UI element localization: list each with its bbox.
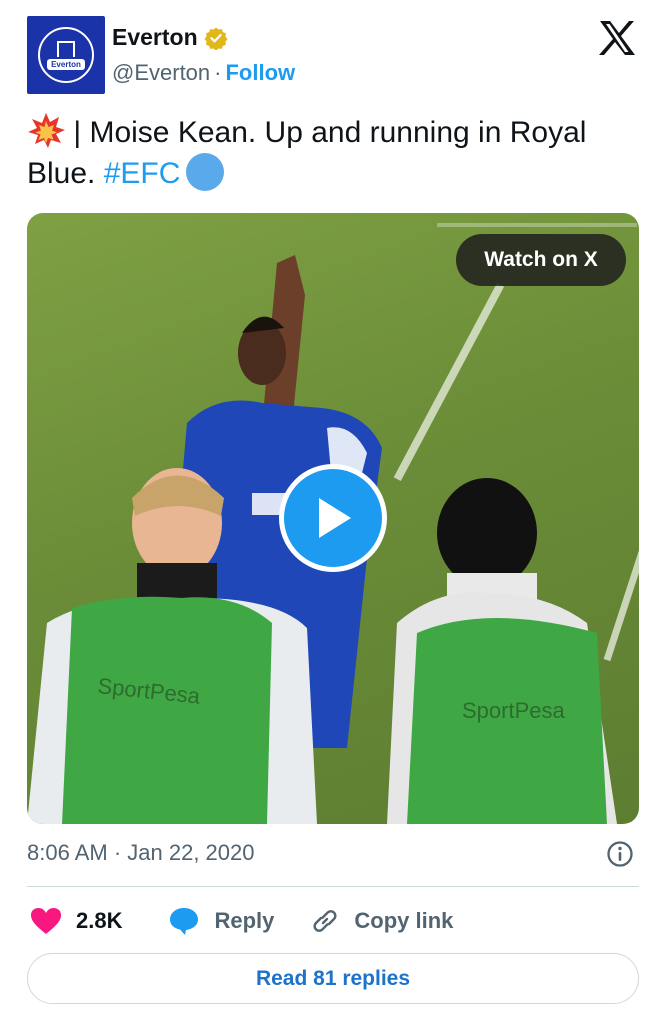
speech-bubble-icon [170, 908, 199, 935]
bib-text-right: SportPesa [462, 698, 565, 723]
author-avatar[interactable]: Everton [27, 16, 105, 94]
watch-on-x-button[interactable]: Watch on X [456, 234, 626, 286]
author-display-name[interactable]: Everton [112, 24, 198, 51]
author-name-row: Everton [112, 24, 228, 51]
copy-link-button[interactable]: Copy link [310, 906, 453, 936]
hashtag-link[interactable]: #EFC [104, 157, 181, 190]
play-button[interactable] [279, 464, 387, 572]
tweet-text: | Moise Kean. Up and running in Royal Bl… [27, 112, 639, 194]
action-bar: 2.8K Reply Copy link [30, 903, 489, 939]
divider [27, 886, 639, 887]
pitch-line [393, 283, 505, 482]
collision-emoji-icon [28, 113, 65, 148]
reply-label: Reply [214, 908, 275, 933]
like-count: 2.8K [76, 908, 123, 933]
everton-crest-icon: Everton [38, 27, 94, 83]
follow-button[interactable]: Follow [225, 60, 295, 85]
pitch-line [437, 223, 637, 227]
gold-verified-badge-icon [204, 27, 228, 50]
tweet-embed-card: Everton Everton @Everton · Follow | Moise … [0, 0, 667, 1024]
author-handle-row: @Everton · Follow [112, 60, 295, 86]
blue-circle-emoji-icon [186, 153, 225, 191]
reply-button[interactable]: Reply [168, 906, 274, 936]
separator-dot: · [214, 60, 222, 85]
steward-left-figure: SportPesa [27, 468, 317, 824]
author-handle[interactable]: @Everton [112, 60, 210, 85]
video-media[interactable]: SportPesa SportPesa Watch on X [27, 213, 639, 824]
copy-link-label: Copy link [354, 908, 454, 933]
link-icon [313, 910, 337, 932]
like-button[interactable]: 2.8K [30, 907, 122, 935]
x-logo-icon[interactable] [598, 20, 636, 56]
steward-right-figure: SportPesa [387, 478, 617, 824]
heart-icon [31, 908, 61, 934]
read-replies-button[interactable]: Read 81 replies [27, 953, 639, 1004]
play-icon [319, 498, 351, 538]
info-icon[interactable] [606, 840, 634, 868]
tweet-timestamp[interactable]: 8:06 AM · Jan 22, 2020 [27, 840, 255, 866]
